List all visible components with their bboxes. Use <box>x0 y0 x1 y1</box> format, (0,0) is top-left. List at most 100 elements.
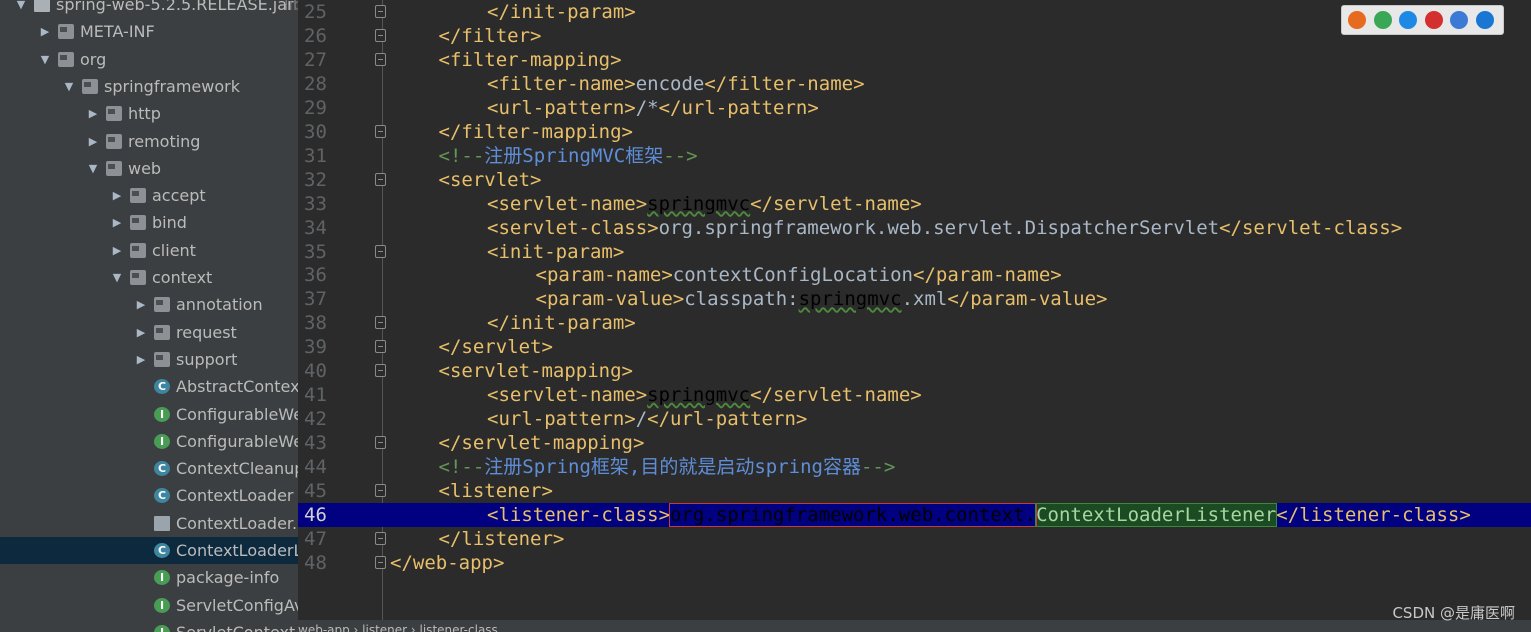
tree-item[interactable]: ▼ org <box>0 46 298 73</box>
tree-item[interactable]: C ContextLoaderL <box>0 537 298 564</box>
code-line[interactable]: 27 <filter-mapping> <box>298 48 1531 72</box>
collapsed-arrow-icon[interactable]: ▶ <box>134 319 148 346</box>
line-number[interactable]: 40 <box>304 359 340 383</box>
breadcrumb[interactable]: web-app › listener › listener-class <box>298 620 1531 632</box>
code-editor[interactable]: 25 </init-param> 26 </filter> 27 <filter-mapp… <box>298 0 1531 620</box>
code-line[interactable]: 36 <param-name>contextConfigLocation</par… <box>298 263 1531 287</box>
collapsed-arrow-icon[interactable]: ▶ <box>110 182 124 209</box>
line-number[interactable]: 38 <box>304 311 340 335</box>
expanded-arrow-icon[interactable]: ▼ <box>14 0 28 18</box>
fold-marker-icon[interactable] <box>375 244 386 258</box>
tree-item[interactable]: ▶ bind <box>0 209 298 236</box>
tree-item[interactable]: I ServletContextA <box>0 619 298 632</box>
fold-marker-icon[interactable] <box>375 484 386 497</box>
tree-item[interactable]: I ConfigurableWe <box>0 401 298 428</box>
tree-item[interactable]: ▶ accept <box>0 182 298 209</box>
line-number[interactable]: 34 <box>304 216 340 240</box>
collapsed-arrow-icon[interactable]: ▶ <box>134 291 148 318</box>
line-number[interactable]: 35 <box>304 240 340 264</box>
line-number[interactable]: 33 <box>304 192 340 216</box>
line-number[interactable]: 36 <box>304 263 340 287</box>
tree-item[interactable]: ▼ context <box>0 264 298 291</box>
code-line[interactable]: 28 <filter-name>encode</filter-name> <box>298 72 1531 96</box>
line-number[interactable]: 37 <box>304 287 340 311</box>
code-line[interactable]: 34 <servlet-class>org.springframework.web… <box>298 216 1531 240</box>
tree-item[interactable]: ▼ web <box>0 155 298 182</box>
expanded-arrow-icon[interactable]: ▼ <box>62 73 76 100</box>
line-number[interactable]: 45 <box>304 479 340 503</box>
code-line[interactable]: 47 </listener> <box>298 527 1531 551</box>
collapsed-arrow-icon[interactable]: ▶ <box>134 346 148 373</box>
line-number[interactable]: 29 <box>304 96 340 120</box>
line-number[interactable]: 48 <box>304 551 340 575</box>
code-line[interactable]: 31 <!--注册SpringMVC框架--> <box>298 144 1531 168</box>
line-number[interactable]: 42 <box>304 407 340 431</box>
tree-item[interactable]: ContextLoader.p <box>0 510 298 537</box>
collapsed-arrow-icon[interactable]: ▶ <box>86 128 100 155</box>
fold-marker-icon[interactable] <box>375 28 386 42</box>
fold-marker-icon[interactable] <box>375 52 386 66</box>
line-number[interactable]: 28 <box>304 72 340 96</box>
code-line[interactable]: 30 </filter-mapping> <box>298 120 1531 144</box>
code-line[interactable]: 32 <servlet> <box>298 168 1531 192</box>
line-number[interactable]: 39 <box>304 335 340 359</box>
fold-marker-icon[interactable] <box>375 436 386 450</box>
code-line[interactable]: 43 </servlet-mapping> <box>298 431 1531 455</box>
fold-marker-icon[interactable] <box>375 340 386 354</box>
tree-item[interactable]: ▶ remoting <box>0 128 298 155</box>
expanded-arrow-icon[interactable]: ▼ <box>110 264 124 291</box>
code-line[interactable]: 42 <url-pattern>/</url-pattern> <box>298 407 1531 431</box>
ie-icon[interactable] <box>1450 11 1468 29</box>
code-line[interactable]: 37 <param-value>classpath:springmvc.xml</… <box>298 287 1531 311</box>
fold-marker-icon[interactable] <box>375 5 386 18</box>
code-line[interactable]: 33 <servlet-name>springmvc</servlet-name> <box>298 192 1531 216</box>
collapsed-arrow-icon[interactable]: ▶ <box>38 18 52 45</box>
collapsed-arrow-icon[interactable]: ▶ <box>110 209 124 236</box>
code-line[interactable]: 35 <init-param> <box>298 240 1531 264</box>
tree-item[interactable]: I ServletConfigAv <box>0 592 298 619</box>
fold-marker-icon[interactable] <box>375 316 386 330</box>
tree-item[interactable]: ▶ annotation <box>0 291 298 318</box>
tree-item[interactable]: ▶ http <box>0 100 298 127</box>
tree-item[interactable]: ▶ request <box>0 319 298 346</box>
line-number[interactable]: 25 <box>304 0 340 24</box>
fold-marker-icon[interactable] <box>375 172 386 186</box>
expanded-arrow-icon[interactable]: ▼ <box>38 46 52 73</box>
line-number[interactable]: 30 <box>304 120 340 144</box>
code-line[interactable]: 41 <servlet-name>springmvc</servlet-name> <box>298 383 1531 407</box>
tree-item[interactable]: I ConfigurableWe <box>0 428 298 455</box>
fold-marker-icon[interactable] <box>375 555 386 569</box>
code-line[interactable]: 44 <!--注册Spring框架,目的就是启动spring容器--> <box>298 455 1531 479</box>
firefox-icon[interactable] <box>1348 11 1366 29</box>
line-number[interactable]: 41 <box>304 383 340 407</box>
tree-item[interactable]: Ipackage-info <box>0 564 298 591</box>
line-number[interactable]: 47 <box>304 527 340 551</box>
code-line[interactable]: 29 <url-pattern>/*</url-pattern> <box>298 96 1531 120</box>
line-number[interactable]: 32 <box>304 168 340 192</box>
code-line[interactable]: 39 </servlet> <box>298 335 1531 359</box>
line-number[interactable]: 26 <box>304 24 340 48</box>
fold-marker-icon[interactable] <box>375 364 386 378</box>
chrome-icon[interactable] <box>1373 11 1392 29</box>
tree-item[interactable]: ▶ support <box>0 346 298 373</box>
line-number[interactable]: 46 <box>304 503 340 527</box>
code-line-current[interactable]: 46 <listener-class>org.springframework.we… <box>298 502 1531 527</box>
tree-item[interactable]: C AbstractContext <box>0 373 298 400</box>
safari-icon[interactable] <box>1399 11 1417 29</box>
tree-item[interactable]: ▼ springframework <box>0 73 298 100</box>
fold-marker-icon[interactable] <box>375 531 386 545</box>
edge-icon[interactable] <box>1475 11 1494 29</box>
opera-icon[interactable] <box>1424 11 1443 29</box>
tree-item[interactable]: ▶ client <box>0 237 298 264</box>
line-number[interactable]: 31 <box>304 144 340 168</box>
collapsed-arrow-icon[interactable]: ▶ <box>110 237 124 264</box>
code-line[interactable]: 40 <servlet-mapping> <box>298 359 1531 383</box>
tree-item[interactable]: ▼ spring-web-5.2.5.RELEASE.jar lib <box>0 0 298 18</box>
code-line[interactable]: 48 </web-app> <box>298 551 1531 575</box>
tree-item[interactable]: C ContextLoader <box>0 482 298 509</box>
line-number[interactable]: 43 <box>304 431 340 455</box>
line-number[interactable]: 27 <box>304 48 340 72</box>
line-number[interactable]: 44 <box>304 455 340 479</box>
tree-item[interactable]: C ContextCleanup <box>0 455 298 482</box>
code-line[interactable]: 38 </init-param> <box>298 311 1531 335</box>
